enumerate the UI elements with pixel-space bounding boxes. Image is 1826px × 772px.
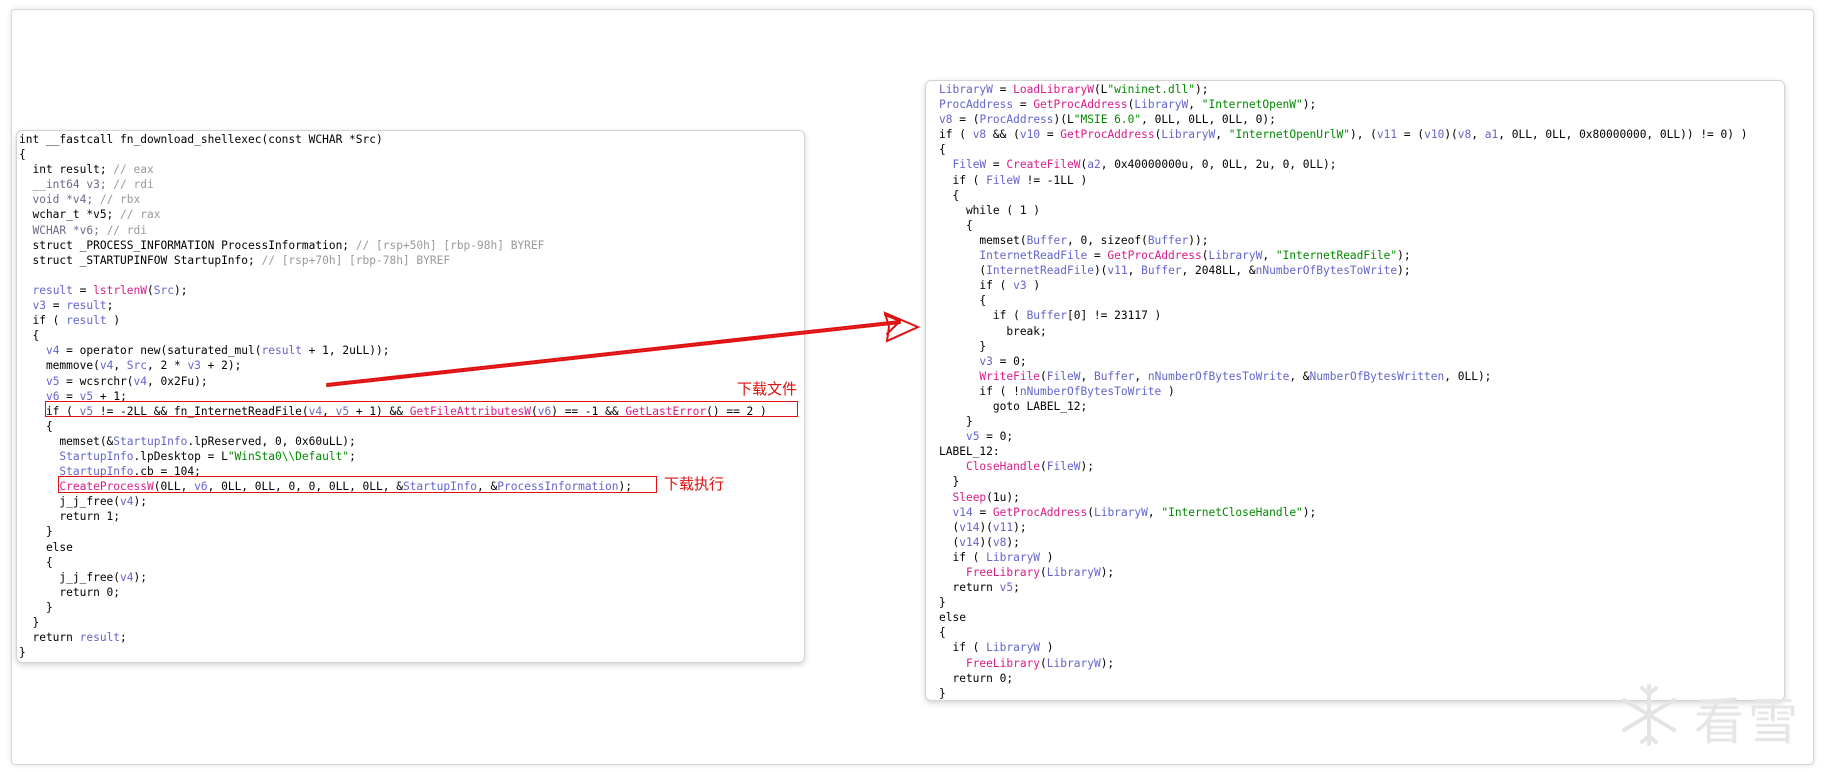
snowflake-icon bbox=[1622, 684, 1676, 746]
kanxue-watermark: 看雪 bbox=[1614, 680, 1814, 760]
arrow-to-internet-read-file bbox=[326, 311, 921, 387]
watermark-text: 看雪 bbox=[1694, 693, 1802, 751]
